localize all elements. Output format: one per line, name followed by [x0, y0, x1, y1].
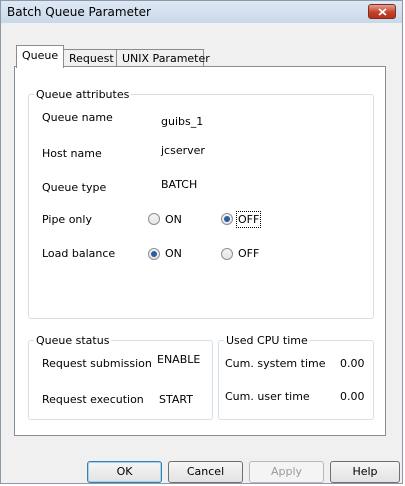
cum-system-time-value: 0.00: [340, 357, 365, 370]
pipe-only-off-label[interactable]: OFF: [235, 211, 262, 228]
queue-status-title: Queue status: [34, 334, 112, 347]
queue-name-label: Queue name: [42, 111, 113, 124]
queue-name-value: guibs_1: [161, 115, 204, 128]
queue-attributes-title: Queue attributes: [34, 88, 132, 101]
host-name-label: Host name: [42, 147, 102, 160]
cum-user-time-label: Cum. user time: [225, 390, 310, 403]
cpu-time-title: Used CPU time: [224, 334, 310, 347]
cum-system-time-label: Cum. system time: [225, 357, 326, 370]
apply-button[interactable]: Apply: [249, 461, 324, 483]
load-balance-off-label[interactable]: OFF: [238, 247, 259, 260]
ok-button[interactable]: OK: [87, 461, 162, 483]
pipe-only-on-radio[interactable]: [148, 213, 160, 225]
tab-queue[interactable]: Queue: [16, 45, 64, 68]
request-submission-value: ENABLE: [157, 353, 201, 366]
queue-attributes-group: Queue attributes Queue name guibs_1 Host…: [28, 88, 374, 319]
cpu-time-group: Used CPU time Cum. system time 0.00 Cum.…: [218, 334, 374, 420]
cancel-button[interactable]: Cancel: [168, 461, 243, 483]
pipe-only-label: Pipe only: [42, 213, 92, 226]
host-name-value: jcserver: [161, 144, 205, 157]
load-balance-off-radio[interactable]: [221, 248, 233, 260]
queue-status-group: Queue status Request submission ENABLE R…: [28, 334, 213, 420]
cum-user-time-value: 0.00: [340, 390, 365, 403]
request-execution-value: START: [159, 393, 193, 406]
dialog-window: Batch Queue Parameter Queue Request UNIX…: [0, 0, 403, 484]
load-balance-label: Load balance: [42, 247, 116, 260]
load-balance-on-label[interactable]: ON: [165, 247, 182, 260]
queue-type-value: BATCH: [161, 178, 198, 191]
help-button[interactable]: Help: [330, 461, 400, 483]
title-bar[interactable]: Batch Queue Parameter: [1, 1, 402, 23]
tab-request[interactable]: Request: [63, 49, 117, 67]
request-submission-label: Request submission: [42, 357, 152, 370]
load-balance-on-radio[interactable]: [148, 248, 160, 260]
queue-type-label: Queue type: [42, 181, 107, 194]
pipe-only-off-radio[interactable]: [221, 213, 233, 225]
close-button[interactable]: [368, 4, 396, 19]
window-title: Batch Queue Parameter: [7, 5, 151, 19]
pipe-only-on-label[interactable]: ON: [165, 213, 182, 226]
request-execution-label: Request execution: [42, 393, 144, 406]
queue-tab-panel: Queue attributes Queue name guibs_1 Host…: [14, 66, 386, 436]
close-icon: [378, 8, 387, 16]
tab-unix-parameter[interactable]: UNIX Parameter: [116, 49, 210, 67]
